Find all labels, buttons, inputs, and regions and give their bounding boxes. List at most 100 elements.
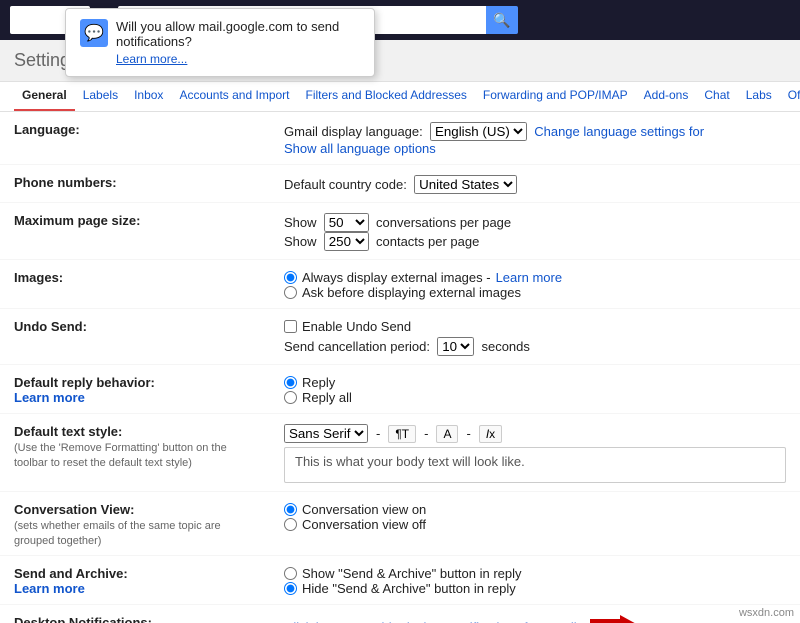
settings-content: Language: Gmail display language: Englis… bbox=[0, 112, 800, 623]
cancellation-period-row: Send cancellation period: 1052030 second… bbox=[284, 337, 786, 356]
language-select[interactable]: English (US) bbox=[430, 122, 527, 141]
contacts-per-page-text: contacts per page bbox=[376, 234, 479, 249]
phone-row: Phone numbers: Default country code: Uni… bbox=[0, 165, 800, 203]
reply-label-text: Reply bbox=[302, 375, 335, 390]
tab-inbox[interactable]: Inbox bbox=[126, 82, 171, 111]
ask-before-radio[interactable] bbox=[284, 286, 297, 299]
desktop-notif-label: Desktop Notifications: (allows Gmail to … bbox=[0, 605, 270, 623]
hide-sendarchive-radio[interactable] bbox=[284, 582, 297, 595]
desktop-notif-value: Click here to enable desktop notificatio… bbox=[270, 605, 800, 623]
change-language-link[interactable]: Change language settings for bbox=[534, 124, 704, 139]
ask-before-radio-row: Ask before displaying external images bbox=[284, 285, 786, 300]
always-display-radio[interactable] bbox=[284, 271, 297, 284]
desktop-notif-row: Desktop Notifications: (allows Gmail to … bbox=[0, 605, 800, 623]
show2-label: Show bbox=[284, 234, 317, 249]
conv-on-radio-row: Conversation view on bbox=[284, 502, 786, 517]
show-sendarchive-label: Show "Send & Archive" button in reply bbox=[302, 566, 522, 581]
show-all-languages-link[interactable]: Show all language options bbox=[284, 141, 436, 156]
show-sendarchive-radio-row: Show "Send & Archive" button in reply bbox=[284, 566, 786, 581]
images-row: Images: Always display external images -… bbox=[0, 260, 800, 309]
gmail-display-language-label: Gmail display language: bbox=[284, 124, 423, 139]
text-toolbar: Sans Serif - ¶T - A - Ix bbox=[284, 424, 786, 443]
conversations-per-page-select[interactable]: 5025100 bbox=[324, 213, 369, 232]
textstyle-row: Default text style: (Use the 'Remove For… bbox=[0, 414, 800, 492]
pagesize-value: Show 5025100 conversations per page Show… bbox=[270, 203, 800, 260]
images-value: Always display external images - Learn m… bbox=[270, 260, 800, 309]
ask-before-label: Ask before displaying external images bbox=[302, 285, 521, 300]
search-button[interactable]: 🔍 bbox=[486, 6, 518, 34]
search-icon: 🔍 bbox=[493, 12, 510, 29]
notif-learn-more-link[interactable]: Learn more... bbox=[116, 52, 360, 66]
enable-undo-row: Enable Undo Send bbox=[284, 319, 786, 334]
language-value: Gmail display language: English (US) Cha… bbox=[270, 112, 800, 165]
country-code-select[interactable]: United States bbox=[414, 175, 517, 194]
conversation-value: Conversation view on Conversation view o… bbox=[270, 492, 800, 556]
sendarchive-row: Send and Archive: Learn more Show "Send … bbox=[0, 556, 800, 605]
tab-offline[interactable]: Offline bbox=[780, 82, 800, 111]
desktop-notif-enable-row: Click here to enable desktop notificatio… bbox=[284, 615, 786, 623]
tab-general[interactable]: General bbox=[14, 82, 75, 111]
cancellation-period-select[interactable]: 1052030 bbox=[437, 337, 474, 356]
language-row: Language: Gmail display language: Englis… bbox=[0, 112, 800, 165]
reply-radio-row: Reply bbox=[284, 375, 786, 390]
images-label: Images: bbox=[0, 260, 270, 309]
clear-formatting-btn[interactable]: Ix bbox=[479, 425, 502, 443]
always-display-radio-row: Always display external images - Learn m… bbox=[284, 270, 786, 285]
undo-value: Enable Undo Send Send cancellation perio… bbox=[270, 309, 800, 365]
font-color-btn[interactable]: A bbox=[436, 425, 458, 443]
sendarchive-value: Show "Send & Archive" button in reply Hi… bbox=[270, 556, 800, 605]
text-style-preview: This is what your body text will look li… bbox=[284, 447, 786, 483]
images-learn-more-link[interactable]: Learn more bbox=[496, 270, 562, 285]
notification-popup: 💬 Will you allow mail.google.com to send… bbox=[65, 8, 375, 77]
tab-filters[interactable]: Filters and Blocked Addresses bbox=[298, 82, 475, 111]
textstyle-sub: (Use the 'Remove Formatting' button on t… bbox=[14, 442, 227, 469]
enable-undo-checkbox[interactable] bbox=[284, 320, 297, 333]
reply-learn-more-link[interactable]: Learn more bbox=[14, 390, 85, 405]
reply-all-radio-row: Reply all bbox=[284, 390, 786, 405]
conv-off-label: Conversation view off bbox=[302, 517, 426, 532]
reply-all-radio[interactable] bbox=[284, 391, 297, 404]
tab-chat[interactable]: Chat bbox=[696, 82, 737, 111]
conv-off-radio[interactable] bbox=[284, 518, 297, 531]
red-arrow-icon bbox=[590, 615, 640, 623]
nav-tabs: General Labels Inbox Accounts and Import… bbox=[0, 82, 800, 112]
show1-label: Show bbox=[284, 215, 317, 230]
notif-top: 💬 Will you allow mail.google.com to send… bbox=[80, 19, 360, 66]
reply-row: Default reply behavior: Learn more Reply… bbox=[0, 365, 800, 414]
conv-on-label: Conversation view on bbox=[302, 502, 426, 517]
tab-addons[interactable]: Add-ons bbox=[636, 82, 697, 111]
enable-undo-label: Enable Undo Send bbox=[302, 319, 411, 334]
period-unit-label: seconds bbox=[481, 339, 529, 354]
hide-sendarchive-radio-row: Hide "Send & Archive" button in reply bbox=[284, 581, 786, 596]
tab-labs[interactable]: Labs bbox=[738, 82, 780, 111]
period-label: Send cancellation period: bbox=[284, 339, 430, 354]
notif-chat-icon: 💬 bbox=[80, 19, 108, 47]
font-select[interactable]: Sans Serif bbox=[284, 424, 368, 443]
tab-forwarding[interactable]: Forwarding and POP/IMAP bbox=[475, 82, 636, 111]
reply-value: Reply Reply all bbox=[270, 365, 800, 414]
pagesize-row: Maximum page size: Show 5025100 conversa… bbox=[0, 203, 800, 260]
phone-label: Phone numbers: bbox=[0, 165, 270, 203]
country-code-label: Default country code: bbox=[284, 177, 407, 192]
reply-label: Default reply behavior: Learn more bbox=[0, 365, 270, 414]
conversation-label: Conversation View: (sets whether emails … bbox=[0, 492, 270, 556]
tab-accounts-import[interactable]: Accounts and Import bbox=[171, 82, 297, 111]
language-label: Language: bbox=[0, 112, 270, 165]
reply-radio[interactable] bbox=[284, 376, 297, 389]
conv-on-radio[interactable] bbox=[284, 503, 297, 516]
phone-value: Default country code: United States bbox=[270, 165, 800, 203]
conv-off-radio-row: Conversation view off bbox=[284, 517, 786, 532]
pagesize-label: Maximum page size: bbox=[0, 203, 270, 260]
undo-row: Undo Send: Enable Undo Send Send cancell… bbox=[0, 309, 800, 365]
paragraph-toolbar-btn[interactable]: ¶T bbox=[388, 425, 416, 443]
conversation-row: Conversation View: (sets whether emails … bbox=[0, 492, 800, 556]
reply-all-label: Reply all bbox=[302, 390, 352, 405]
sendarchive-learn-more-link[interactable]: Learn more bbox=[14, 581, 85, 596]
show-sendarchive-radio[interactable] bbox=[284, 567, 297, 580]
watermark: wsxdn.com bbox=[739, 607, 794, 619]
tab-labels[interactable]: Labels bbox=[75, 82, 126, 111]
conversations-per-page-text: conversations per page bbox=[376, 215, 511, 230]
always-display-label: Always display external images - bbox=[302, 270, 491, 285]
contacts-per-page-select[interactable]: 25050100 bbox=[324, 232, 369, 251]
textstyle-value: Sans Serif - ¶T - A - Ix This is what yo… bbox=[270, 414, 800, 492]
